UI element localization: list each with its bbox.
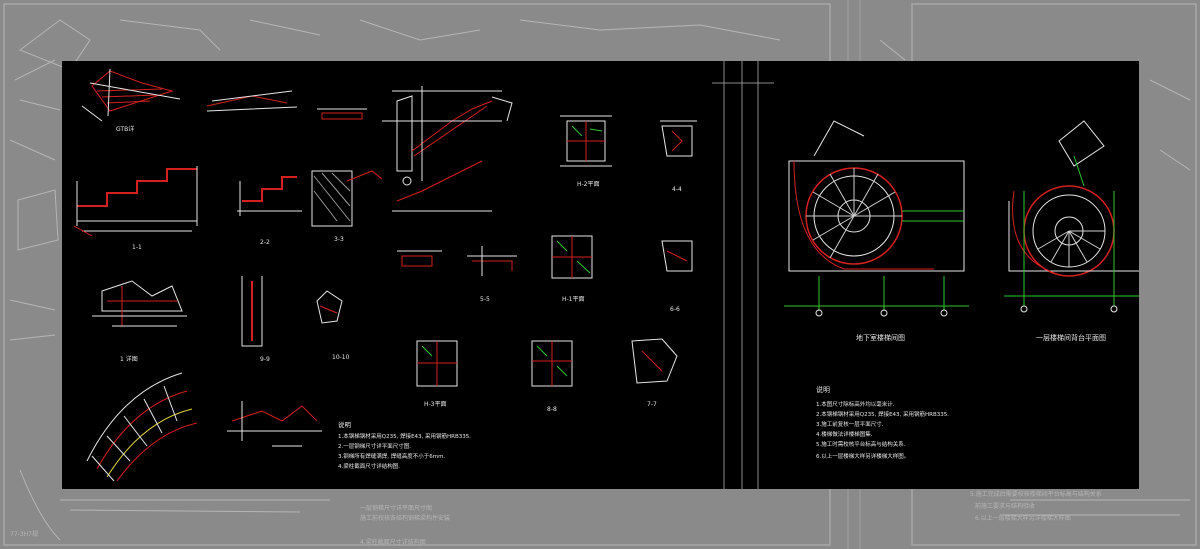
right-drawing-sheet: 地下室楼梯间图 一层楼梯间背台平面图 说明 1.本图尺寸除标高外均以毫米计. 2… — [774, 61, 1139, 489]
title-block-strip — [712, 61, 774, 489]
basement-stair-plan — [784, 120, 969, 317]
right-note-6: 6.以上一层楼梯大样另详楼梯大样图。 — [816, 454, 910, 460]
svg-text:77-3H7规: 77-3H7规 — [10, 530, 38, 538]
basement-plan-title: 地下室楼梯间图 — [856, 334, 905, 342]
label-4-4: 4-4 — [672, 186, 682, 193]
left-note-3: 3.钢梯所有焊缝满焊, 焊缝高度不小于6mm. — [338, 454, 446, 460]
label-h2-plan: H-2平面 — [577, 181, 600, 188]
right-note-2: 2.本钢梯钢材采用Q235, 焊接E43, 采用钢筋HRB335. — [816, 412, 950, 418]
left-note-4: 4.梁柱截面尺寸详结构图. — [338, 464, 400, 470]
label-h1-plan: H-1平面 — [562, 296, 585, 303]
label-5-5: 5-5 — [480, 296, 490, 303]
label-10-10: 10-10 — [332, 354, 350, 361]
label-9-9: 9-9 — [260, 356, 270, 363]
right-note-1: 1.本图尺寸除标高外均以毫米计. — [816, 402, 895, 408]
label-h3-plan: H-3平面 — [424, 401, 447, 408]
svg-text:施工前校核各结构钢梯梁构件安装: 施工前校核各结构钢梯梁构件安装 — [360, 514, 450, 522]
svg-text:一层钢梯尺寸详平面尺寸图: 一层钢梯尺寸详平面尺寸图 — [360, 504, 432, 512]
label-gtb: GTB详 — [116, 125, 134, 133]
svg-text:6.以上一层楼梯大样另详楼梯大样图: 6.以上一层楼梯大样另详楼梯大样图 — [975, 514, 1071, 522]
label-8-8: 8-8 — [547, 406, 557, 413]
label-3-3: 3-3 — [334, 236, 344, 243]
label-1-detail: 1 详图 — [120, 355, 138, 363]
label-6-6: 6-6 — [670, 306, 680, 313]
svg-text:前施工要求与结构验收: 前施工要求与结构验收 — [975, 502, 1035, 510]
gtb-detail — [81, 68, 181, 122]
right-note-5: 5.施工时需校核平台标高与结构关系. — [816, 442, 906, 448]
left-note-1: 1.本钢梯钢材采用Q235, 焊接E43, 采用钢筋HRB335. — [338, 434, 472, 440]
first-floor-stair-plan — [1004, 120, 1139, 313]
right-notes-title: 说明 — [816, 386, 830, 394]
right-note-3: 3.施工前复核一层平面尺寸. — [816, 422, 884, 428]
left-drawing-sheet: GTB详 1-1 2-2 3-3 1 详图 9-9 10-10 5-5 6-6 … — [62, 61, 712, 489]
right-note-4: 4.楼梯做法详楼梯图集. — [816, 432, 873, 438]
left-notes-title: 说明 — [338, 421, 351, 429]
label-7-7: 7-7 — [647, 401, 657, 408]
left-drawing-canvas: GTB详 1-1 2-2 3-3 1 详图 9-9 10-10 5-5 6-6 … — [73, 68, 697, 482]
svg-text:4.梁柱截面尺寸详结构图: 4.梁柱截面尺寸详结构图 — [360, 538, 426, 546]
svg-text:5.施工完成后需要校核楼梯间平台标高与结构关系: 5.施工完成后需要校核楼梯间平台标高与结构关系 — [970, 490, 1102, 498]
label-1-1: 1-1 — [132, 244, 142, 251]
left-note-2: 2.一层钢梯尺寸详平面尺寸图. — [338, 444, 411, 450]
label-2-2: 2-2 — [260, 239, 270, 246]
first-floor-plan-title: 一层楼梯间背台平面图 — [1036, 334, 1106, 342]
